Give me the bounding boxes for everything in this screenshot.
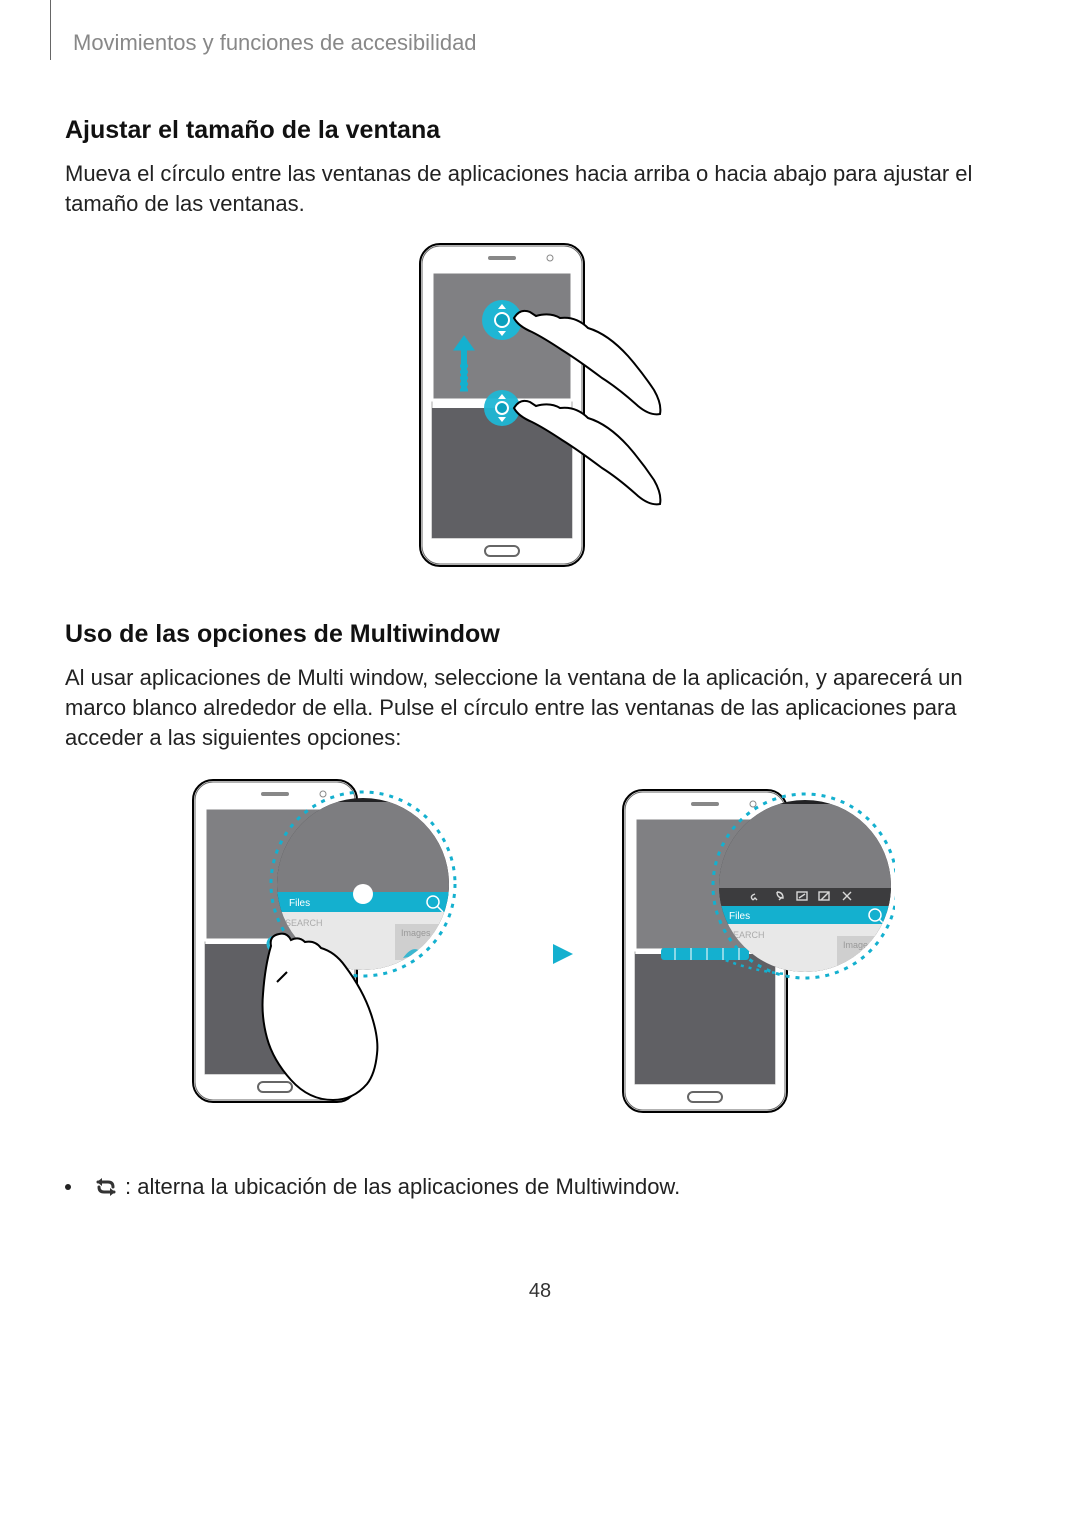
section-title-resize: Ajustar el tamaño de la ventana xyxy=(65,116,1015,145)
phone-tap-figure: Files SEARCH Images xyxy=(185,774,465,1134)
breadcrumb: Movimientos y funciones de accesibilidad xyxy=(65,0,1015,56)
phone-resize-figure xyxy=(410,240,670,580)
mag-search-label: SEARCH xyxy=(285,918,323,928)
phone-options-figure: Files SEARCH Images xyxy=(615,784,895,1124)
bullet-dot-icon xyxy=(65,1184,71,1190)
illustration-resize-window xyxy=(65,240,1015,580)
left-margin-rule xyxy=(50,0,51,60)
mag-images-label-r: Images xyxy=(843,940,873,950)
bullet-swap-location: : alterna la ubicación de las aplicacion… xyxy=(65,1174,1015,1200)
section-title-multiwindow-options: Uso de las opciones de Multiwindow xyxy=(65,620,1015,649)
illustration-multiwindow-options: Files SEARCH Images xyxy=(65,774,1015,1134)
arrow-right-icon xyxy=(505,934,575,974)
section-body-resize: Mueva el círculo entre las ventanas de a… xyxy=(65,159,1015,218)
mag-images-label: Images xyxy=(401,928,431,938)
mag-files-label: Files xyxy=(289,898,310,909)
section-body-multiwindow-options: Al usar aplicaciones de Multi window, se… xyxy=(65,663,1015,752)
page-number: 48 xyxy=(65,1280,1015,1303)
mag-files-label-r: Files xyxy=(729,911,750,922)
bullet-swap-text: : alterna la ubicación de las aplicacion… xyxy=(125,1174,680,1200)
swap-icon xyxy=(93,1175,119,1199)
